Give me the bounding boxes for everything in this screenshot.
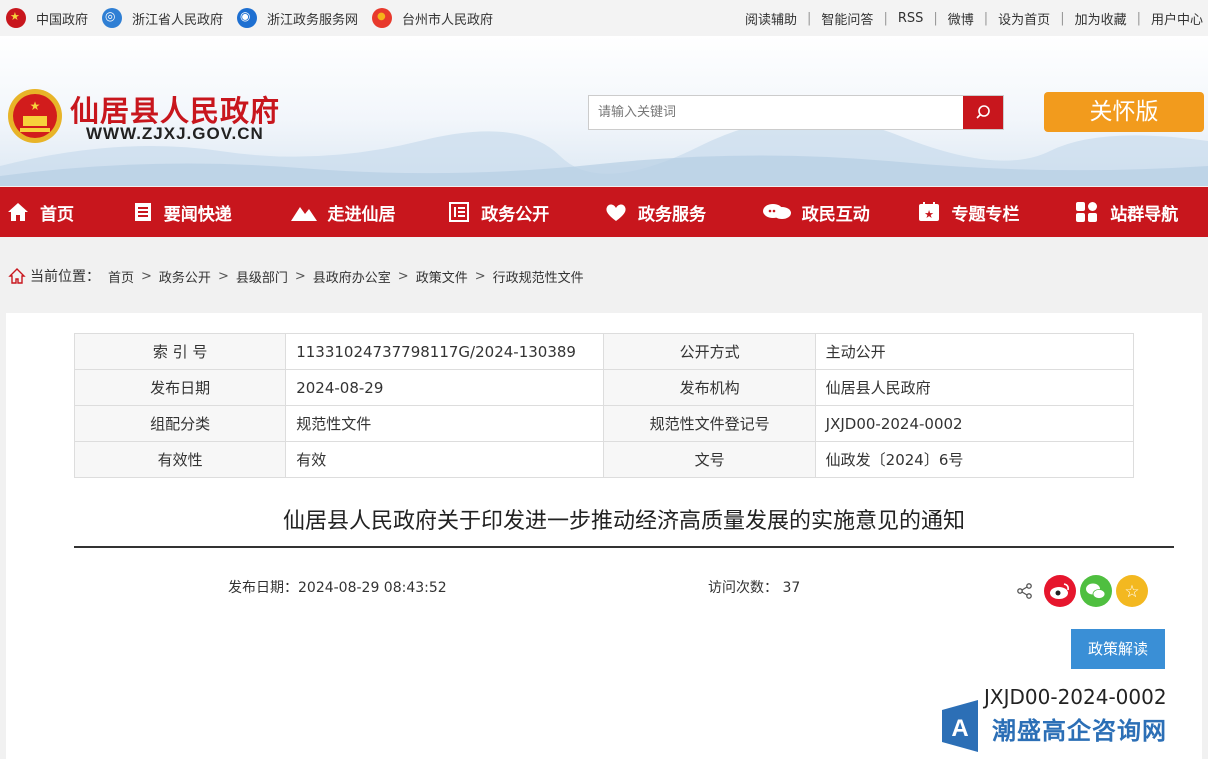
share-icon[interactable] — [1016, 582, 1034, 600]
breadcrumb-county-depts[interactable]: 县级部门 — [236, 267, 288, 286]
table-row: 索 引 号 11331024737798117G/2024-130389 公开方… — [73, 333, 1135, 370]
top-utility-links: 阅读辅助 | 智能问答 | RSS | 微博 | 设为首页 | 加为收藏 | 用户中心 — [735, 0, 1203, 36]
visit-count-label: 访问次数： — [708, 580, 778, 596]
search-box — [588, 95, 1004, 130]
policy-interpretation-button[interactable]: 政策解读 — [1071, 629, 1165, 669]
top-bar: 中国政府 浙江省人民政府 浙江政务服务网 台州市人民政府 阅读辅助| 智能问答|… — [0, 0, 1208, 36]
user-center-link[interactable]: 用户中心 — [1141, 9, 1203, 28]
meta-value: 仙居县人民政府 — [814, 369, 1135, 406]
breadcrumb-policy-docs[interactable]: 政策文件 — [416, 267, 468, 286]
star-badge-icon: ★ — [919, 202, 940, 221]
svg-text:★: ★ — [30, 99, 41, 113]
publish-date: 发布日期：2024-08-29 08:43:52 — [228, 577, 447, 597]
main-nav: 首页 要闻快递 走进仙居 政务公开 政务服务 政民互动 ★ 专题专栏 站群导航 — [0, 187, 1208, 237]
breadcrumb-separator: > — [141, 268, 152, 284]
meta-key: 组配分类 — [73, 405, 287, 442]
meta-value: JXJD00-2024-0002 — [814, 405, 1135, 442]
nav-site-group[interactable]: 站群导航 — [1074, 187, 1208, 237]
zhejiang-service-icon — [237, 8, 258, 28]
link-taizhou-gov[interactable]: 台州市人民政府 — [372, 8, 493, 28]
reading-assist-link[interactable]: 阅读辅助 — [735, 9, 807, 28]
favorite-star-icon[interactable]: ☆ — [1116, 575, 1148, 607]
breadcrumb-separator: > — [474, 268, 486, 284]
nav-special-topics[interactable]: ★ 专题专栏 — [917, 187, 1074, 237]
site-header: ★ 仙居县人民政府 WWW.ZJXJ.GOV.CN 关怀版 — [0, 36, 1208, 186]
search-icon — [976, 105, 990, 119]
table-row: 组配分类 规范性文件 规范性文件登记号 JXJD00-2024-0002 — [73, 405, 1135, 442]
breadcrumb-separator: > — [294, 268, 306, 284]
breadcrumb-gov-office[interactable]: 县政府办公室 — [313, 267, 391, 286]
meta-value: 规范性文件 — [285, 405, 605, 442]
breadcrumb-separator: > — [397, 268, 409, 284]
grid-apps-icon — [1076, 202, 1098, 222]
home-outline-icon — [8, 268, 26, 284]
heart-icon — [606, 204, 626, 221]
chat-icon — [762, 204, 791, 219]
search-input[interactable] — [589, 96, 965, 129]
table-row: 发布日期 2024-08-29 发布机构 仙居县人民政府 — [73, 369, 1135, 406]
meta-value: 11331024737798117G/2024-130389 — [285, 333, 605, 370]
meta-value: 仙政发〔2024〕6号 — [814, 441, 1135, 478]
nav-about-xianju[interactable]: 走进仙居 — [290, 187, 448, 237]
breadcrumb-gov-affairs[interactable]: 政务公开 — [159, 267, 211, 286]
svg-text:A: A — [951, 715, 968, 742]
table-row: 有效性 有效 文号 仙政发〔2024〕6号 — [73, 441, 1135, 478]
zhejiang-gov-icon — [102, 8, 123, 28]
watermark-text: 潮盛高企咨询网 — [992, 716, 1167, 745]
meta-key: 索 引 号 — [73, 333, 287, 370]
search-button[interactable] — [963, 96, 1003, 129]
meta-value: 有效 — [285, 441, 605, 478]
rss-link[interactable]: RSS — [888, 11, 934, 26]
nav-gov-services[interactable]: 政务服务 — [604, 187, 762, 237]
visit-count-value: 37 — [782, 580, 801, 596]
weibo-share-icon[interactable] — [1044, 575, 1076, 607]
nav-news[interactable]: 要闻快递 — [132, 187, 290, 237]
taizhou-gov-icon — [372, 8, 393, 28]
meta-value: 2024-08-29 — [285, 369, 605, 406]
site-url: WWW.ZJXJ.GOV.CN — [86, 124, 264, 143]
visit-count: 访问次数： 37 — [708, 577, 800, 597]
meta-key: 公开方式 — [603, 333, 816, 370]
meta-key: 规范性文件登记号 — [603, 405, 816, 442]
nav-interaction[interactable]: 政民互动 — [762, 187, 918, 237]
breadcrumb-lead: 当前位置： — [30, 269, 100, 285]
add-favorite-link[interactable]: 加为收藏 — [1065, 9, 1137, 28]
document-title: 仙居县人民政府关于印发进一步推动经济高质量发展的实施意见的通知 — [282, 509, 965, 534]
document-list-icon — [449, 202, 470, 222]
care-version-button[interactable]: 关怀版 — [1044, 92, 1204, 132]
mountain-icon — [290, 207, 317, 221]
top-links: 中国政府 浙江省人民政府 浙江政务服务网 台州市人民政府 — [6, 0, 507, 36]
title-divider — [74, 546, 1174, 548]
news-icon — [134, 203, 151, 221]
smart-qa-link[interactable]: 智能问答 — [811, 9, 883, 28]
meta-key: 发布机构 — [603, 369, 816, 406]
weibo-link[interactable]: 微博 — [938, 9, 984, 28]
meta-key: 有效性 — [73, 441, 287, 478]
svg-text:☆: ☆ — [1124, 582, 1139, 602]
wechat-share-icon[interactable] — [1080, 575, 1112, 607]
article-panel: 索 引 号 11331024737798117G/2024-130389 公开方… — [6, 313, 1202, 759]
svg-text:★: ★ — [925, 208, 935, 221]
link-zhejiang-gov[interactable]: 浙江省人民政府 — [102, 8, 223, 28]
meta-value: 主动公开 — [814, 333, 1135, 370]
share-bar: ☆ — [1016, 575, 1148, 607]
document-meta-table: 索 引 号 11331024737798117G/2024-130389 公开方… — [73, 333, 1135, 478]
national-emblem-icon — [6, 8, 26, 28]
breadcrumb-home[interactable]: 首页 — [108, 267, 134, 286]
breadcrumb-normative-docs[interactable]: 行政规范性文件 — [493, 267, 584, 286]
link-china-gov[interactable]: 中国政府 — [6, 8, 88, 28]
breadcrumb: 当前位置： 首页 > 政务公开 > 县级部门 > 县政府办公室 > 政策文件 > 行政规范… — [8, 266, 584, 286]
publish-date-label: 发布日期： — [228, 580, 298, 596]
set-homepage-link[interactable]: 设为首页 — [988, 9, 1060, 28]
link-zhejiang-service[interactable]: 浙江政务服务网 — [237, 8, 358, 28]
nav-gov-affairs-open[interactable]: 政务公开 — [447, 187, 604, 237]
publish-date-value: 2024-08-29 08:43:52 — [298, 580, 447, 596]
meta-key: 发布日期 — [73, 369, 287, 406]
meta-key: 文号 — [603, 441, 816, 478]
national-emblem-logo[interactable]: ★ — [6, 86, 64, 146]
home-icon — [8, 203, 28, 221]
breadcrumb-separator: > — [217, 268, 229, 284]
nav-home[interactable]: 首页 — [6, 187, 132, 237]
